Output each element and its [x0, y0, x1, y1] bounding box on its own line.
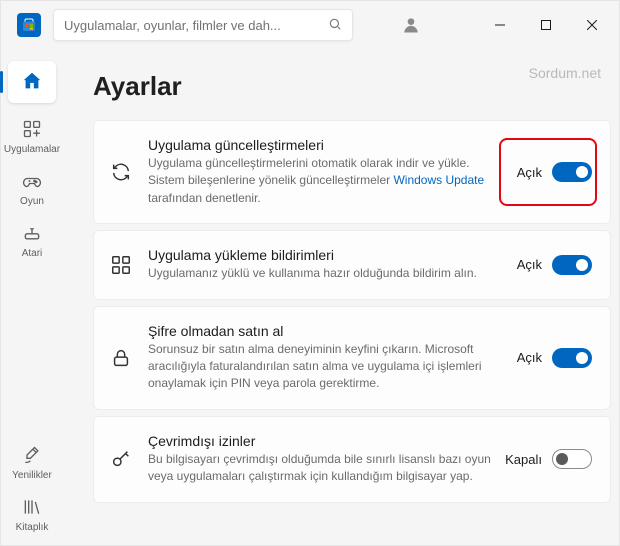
sidebar-item-home[interactable] — [8, 61, 56, 103]
window-controls — [477, 5, 615, 45]
setting-desc: Bu bilgisayarı çevrimdışı olduğumda bile… — [148, 451, 491, 486]
setting-install-notifications: Uygulama yükleme bildirimleri Uygulamanı… — [93, 230, 611, 299]
home-icon — [21, 70, 43, 95]
apps-icon — [22, 119, 42, 142]
toggle-install-notifications[interactable] — [552, 255, 592, 275]
layout: Uygulamalar Oyun Atari Yenilikler Kitap — [1, 49, 619, 545]
setting-app-updates: Uygulama güncelleştirmeleri Uygulama gün… — [93, 120, 611, 224]
atari-icon — [22, 223, 42, 246]
toggle-state: Kapalı — [505, 452, 542, 467]
setting-title: Şifre olmadan satın al — [148, 323, 492, 339]
setting-title: Uygulama güncelleştirmeleri — [148, 137, 492, 153]
sidebar-item-label: Oyun — [20, 196, 44, 207]
toggle-buy-without-password[interactable] — [552, 348, 592, 368]
sidebar-item-news[interactable]: Yenilikler — [2, 445, 62, 481]
setting-desc: Sorunsuz bir satın alma deneyiminin keyf… — [148, 341, 492, 393]
library-icon — [22, 497, 42, 520]
sidebar-item-apps[interactable]: Uygulamalar — [2, 119, 62, 155]
setting-buy-without-password: Şifre olmadan satın al Sorunsuz bir satı… — [93, 306, 611, 410]
search-placeholder: Uygulamalar, oyunlar, filmler ve dah... — [64, 18, 328, 33]
minimize-button[interactable] — [477, 5, 523, 45]
search-input[interactable]: Uygulamalar, oyunlar, filmler ve dah... — [53, 9, 353, 41]
sidebar-item-label: Kitaplık — [16, 522, 49, 533]
toggle-app-updates[interactable] — [552, 162, 592, 182]
toggle-state: Açık — [517, 350, 542, 365]
setting-title: Çevrimdışı izinler — [148, 433, 491, 449]
setting-title: Uygulama yükleme bildirimleri — [148, 247, 492, 263]
bell-icon — [22, 445, 42, 468]
setting-desc: Uygulamanız yüklü ve kullanıma hazır old… — [148, 265, 492, 282]
lock-icon — [108, 347, 134, 369]
toggle-state: Açık — [517, 165, 542, 180]
sidebar-item-atari[interactable]: Atari — [2, 223, 62, 259]
watermark: Sordum.net — [529, 65, 601, 81]
sidebar-item-library[interactable]: Kitaplık — [2, 497, 62, 533]
sidebar: Uygulamalar Oyun Atari Yenilikler Kitap — [1, 49, 63, 545]
setting-offline-permissions: Çevrimdışı izinler Bu bilgisayarı çevrim… — [93, 416, 611, 503]
close-button[interactable] — [569, 5, 615, 45]
content: Sordum.net Ayarlar Uygulama güncelleştir… — [63, 49, 619, 545]
sidebar-item-game[interactable]: Oyun — [2, 171, 62, 207]
user-button[interactable] — [393, 7, 429, 43]
apps-icon — [108, 254, 134, 276]
store-logo-icon — [17, 13, 41, 37]
search-icon — [328, 17, 342, 34]
sidebar-item-label: Uygulamalar — [4, 144, 60, 155]
sync-icon — [108, 161, 134, 183]
toggle-offline-permissions[interactable] — [552, 449, 592, 469]
titlebar: Uygulamalar, oyunlar, filmler ve dah... — [1, 1, 619, 49]
sidebar-item-label: Yenilikler — [12, 470, 52, 481]
key-icon — [108, 448, 134, 470]
toggle-state: Açık — [517, 257, 542, 272]
game-icon — [22, 171, 42, 194]
sidebar-item-label: Atari — [22, 248, 43, 259]
maximize-button[interactable] — [523, 5, 569, 45]
setting-desc: Uygulama güncelleştirmelerini otomatik o… — [148, 155, 492, 207]
windows-update-link[interactable]: Windows Update — [393, 173, 484, 187]
